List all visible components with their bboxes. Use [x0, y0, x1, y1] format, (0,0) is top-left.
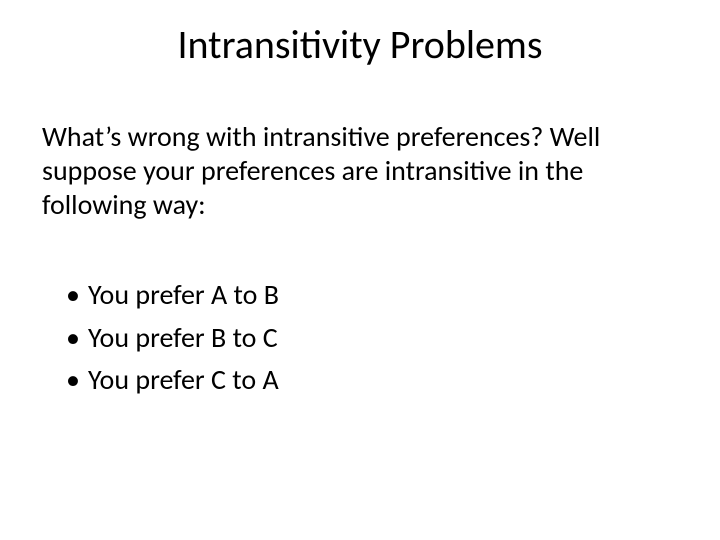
slide-title: Intransitivity Problems	[0, 20, 720, 69]
list-item: You prefer C to A	[66, 363, 676, 397]
list-item: You prefer B to C	[66, 321, 676, 355]
slide: Intransitivity Problems What’s wrong wit…	[0, 0, 720, 540]
slide-body: What’s wrong with intransitive preferenc…	[42, 120, 676, 405]
bullet-list: You prefer A to B You prefer B to C You …	[42, 278, 676, 396]
body-paragraph: What’s wrong with intransitive preferenc…	[42, 120, 676, 222]
list-item: You prefer A to B	[66, 278, 676, 312]
